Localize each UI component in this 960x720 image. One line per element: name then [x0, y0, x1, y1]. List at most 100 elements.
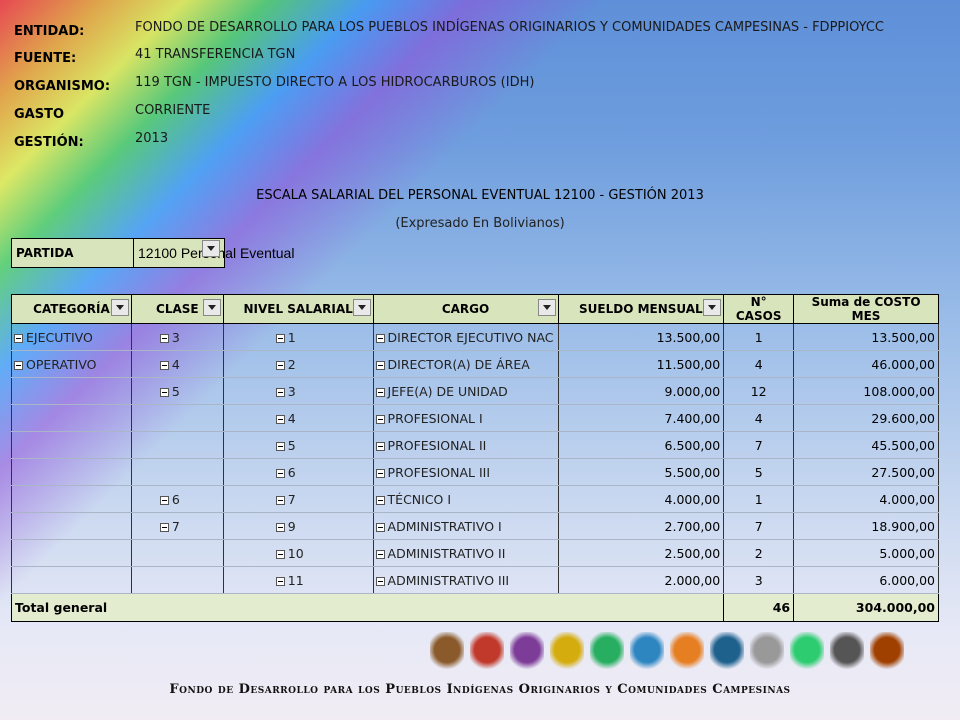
cell-sueldo-text: 9.000,00: [664, 383, 721, 399]
table-row: 5 3 JEFE(A) DE UNIDAD 9.000,00 12 108.000,00: [11, 377, 939, 405]
collapse-icon[interactable]: [14, 360, 23, 370]
cell-casos: 3: [723, 566, 795, 594]
cell-casos: 5: [723, 458, 795, 486]
collapse-icon[interactable]: [14, 333, 23, 343]
collapse-icon[interactable]: [375, 495, 385, 505]
table-row: EJECUTIVO 3 1 DIRECTOR EJECUTIVO NAC 13.500,…: [11, 323, 939, 351]
categoria-filter-icon[interactable]: [110, 299, 129, 316]
cell-nivel-text: 4: [287, 410, 296, 426]
cell-costo-text: 27.500,00: [871, 464, 935, 480]
cell-clase: 4: [130, 350, 224, 378]
collapse-icon[interactable]: [275, 414, 285, 424]
cell-clase-text: 4: [171, 356, 180, 372]
collapse-icon[interactable]: [375, 522, 385, 532]
clase-filter-icon[interactable]: [202, 299, 221, 316]
cell-cargo-text: PROFESIONAL I: [387, 410, 483, 426]
cell-casos: 7: [723, 431, 795, 459]
cell-casos-text: 3: [754, 572, 763, 588]
collapse-icon[interactable]: [275, 576, 285, 586]
collapse-icon[interactable]: [159, 333, 169, 343]
cell-sueldo: 2.000,00: [557, 566, 725, 594]
cell-nivel-text: 2: [287, 356, 296, 372]
cell-nivel: 7: [222, 485, 374, 513]
cell-sueldo-text: 2.700,00: [664, 518, 721, 534]
cell-nivel: 1: [222, 323, 374, 351]
cell-costo: 27.500,00: [793, 458, 939, 486]
collapse-icon[interactable]: [375, 549, 385, 559]
cell-casos: 2: [723, 539, 795, 567]
cell-casos-text: 2: [754, 545, 763, 561]
cell-cargo-text: PROFESIONAL II: [387, 437, 487, 453]
entidad-label: ENTIDAD:: [14, 24, 85, 39]
cell-nivel: 5: [222, 431, 374, 459]
cell-nivel: 2: [222, 350, 374, 378]
collapse-icon[interactable]: [375, 468, 385, 478]
col-label-nivel: NIVEL SALARIAL: [243, 302, 353, 316]
cell-casos-text: 1: [754, 329, 763, 345]
collapse-icon[interactable]: [159, 495, 169, 505]
cargo-filter-icon[interactable]: [537, 299, 556, 316]
cell-costo: 13.500,00: [793, 323, 939, 351]
cell-clase-text: 6: [171, 491, 180, 507]
gasto-value: CORRIENTE: [135, 103, 211, 118]
col-header-costo: Suma de COSTO MES: [793, 294, 939, 324]
partida-filter-icon[interactable]: [202, 240, 220, 257]
cell-cargo: DIRECTOR EJECUTIVO NAC: [372, 323, 559, 351]
gestion-value: 2013: [135, 131, 169, 146]
cell-clase: [130, 404, 224, 432]
cell-costo: 45.500,00: [793, 431, 939, 459]
collapse-icon[interactable]: [375, 441, 385, 451]
indigenous-woman-icon: [430, 632, 464, 672]
bolivia-map-icon: [470, 632, 504, 672]
collapse-icon[interactable]: [275, 387, 285, 397]
cell-costo-text: 4.000,00: [879, 491, 935, 507]
cell-clase: 6: [130, 485, 224, 513]
cell-casos-text: 7: [754, 518, 763, 534]
collapse-icon[interactable]: [275, 549, 285, 559]
cell-cargo-text: PROFESIONAL III: [387, 464, 491, 480]
table-row: 6 7 TÉCNICO I 4.000,00 1 4.000,00: [11, 485, 939, 513]
nivel-filter-icon[interactable]: [352, 299, 371, 316]
cell-nivel-text: 9: [287, 518, 296, 534]
col-header-categoria: CATEGORÍA: [11, 294, 132, 324]
cell-nivel: 11: [222, 566, 374, 594]
collapse-icon[interactable]: [275, 495, 285, 505]
cell-costo: 46.000,00: [793, 350, 939, 378]
cell-nivel-text: 7: [287, 491, 296, 507]
cell-casos-text: 4: [754, 410, 763, 426]
cell-clase: [130, 539, 224, 567]
cell-cargo-text: ADMINISTRATIVO III: [387, 572, 510, 588]
collapse-icon[interactable]: [275, 360, 285, 370]
logos-strip: [430, 632, 904, 672]
collapse-icon[interactable]: [375, 360, 385, 370]
cell-costo: 6.000,00: [793, 566, 939, 594]
cell-cargo-text: ADMINISTRATIVO I: [387, 518, 502, 534]
collapse-icon[interactable]: [375, 576, 385, 586]
cell-casos: 1: [723, 323, 795, 351]
cell-costo-text: 46.000,00: [871, 356, 935, 372]
col-label-clase: CLASE: [156, 302, 199, 316]
collapse-icon[interactable]: [375, 333, 385, 343]
cell-costo: 18.900,00: [793, 512, 939, 540]
cell-categoria: [11, 404, 132, 432]
cell-cargo: ADMINISTRATIVO III: [372, 566, 559, 594]
sueldo-filter-icon[interactable]: [703, 299, 722, 316]
cell-categoria: EJECUTIVO: [11, 323, 132, 351]
collapse-icon[interactable]: [159, 522, 169, 532]
cell-cargo: PROFESIONAL I: [372, 404, 559, 432]
organismo-label: ORGANISMO:: [14, 79, 111, 94]
collapse-icon[interactable]: [275, 441, 285, 451]
total-casos: 46: [723, 593, 795, 622]
collapse-icon[interactable]: [275, 522, 285, 532]
collapse-icon[interactable]: [375, 414, 385, 424]
cell-cargo-text: DIRECTOR(A) DE ÁREA: [387, 356, 530, 372]
collapse-icon[interactable]: [275, 333, 285, 343]
collapse-icon[interactable]: [159, 360, 169, 370]
collapse-icon[interactable]: [159, 387, 169, 397]
collapse-icon[interactable]: [375, 387, 385, 397]
partida-value-cell[interactable]: 12100 Personal Eventual: [134, 239, 294, 267]
cell-cargo: ADMINISTRATIVO II: [372, 539, 559, 567]
collapse-icon[interactable]: [275, 468, 285, 478]
col-header-sueldo: SUELDO MENSUAL: [557, 294, 725, 324]
cell-categoria-text: EJECUTIVO: [26, 329, 93, 345]
